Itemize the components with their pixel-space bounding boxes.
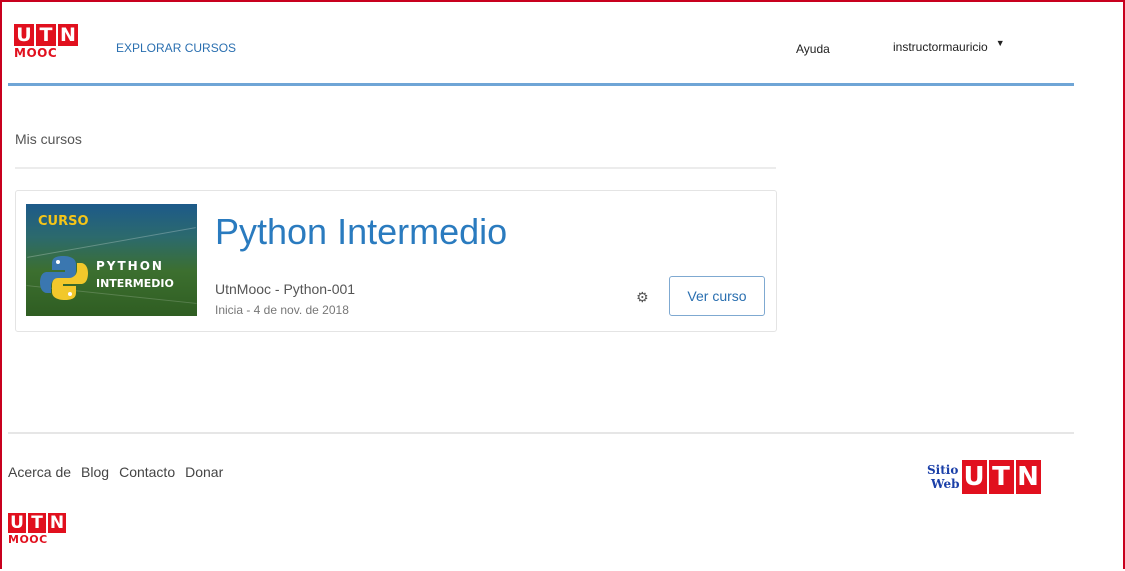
course-code: UtnMooc - Python-001 (215, 281, 356, 297)
footer-divider (8, 432, 1074, 434)
footer-link-contact[interactable]: Contacto (119, 464, 175, 480)
thumb-title-line2: INTERMEDIO (96, 277, 174, 290)
help-link[interactable]: Ayuda (796, 42, 830, 56)
username: instructormauricio (893, 40, 988, 54)
logo-subtitle: MOOC (8, 533, 48, 546)
footer-links: Acerca de Blog Contacto Donar (8, 464, 233, 480)
footer-link-blog[interactable]: Blog (81, 464, 109, 480)
thumb-badge: CURSO (38, 214, 89, 229)
logo-subtitle: MOOC (14, 46, 58, 60)
utn-logo-mark: UTN (8, 513, 66, 533)
header-divider (8, 83, 1074, 86)
explore-courses-link[interactable]: EXPLORAR CURSOS (116, 41, 236, 55)
caret-down-icon: ▼ (995, 38, 1005, 48)
footer-link-donate[interactable]: Donar (185, 464, 223, 480)
course-card: CURSO PYTHON INTERMEDIO Python Intermedi… (15, 190, 777, 332)
gear-icon[interactable]: ⚙ (636, 289, 649, 306)
python-logo-icon (40, 256, 88, 300)
footer-link-about[interactable]: Acerca de (8, 464, 71, 480)
utn-mooc-footer-logo: UTN MOOC (8, 513, 66, 545)
utn-logo-mark: UTN (14, 24, 78, 46)
course-title[interactable]: Python Intermedio (215, 211, 507, 253)
utn-website-link[interactable]: Sitio Web UTN (927, 460, 1041, 494)
course-thumbnail[interactable]: CURSO PYTHON INTERMEDIO (26, 204, 197, 316)
utn-mooc-logo[interactable]: UTN MOOC (14, 24, 78, 59)
thumb-title-line1: PYTHON (96, 259, 164, 273)
utn-logo-mark: UTN (961, 460, 1041, 494)
site-link-text: Sitio Web (927, 463, 960, 491)
page-title: Mis cursos (15, 131, 82, 147)
section-divider (15, 167, 776, 169)
user-menu[interactable]: instructormauricio ▼ (893, 38, 1005, 54)
view-course-button[interactable]: Ver curso (669, 276, 765, 316)
course-start-date: Inicia - 4 de nov. de 2018 (215, 303, 349, 317)
